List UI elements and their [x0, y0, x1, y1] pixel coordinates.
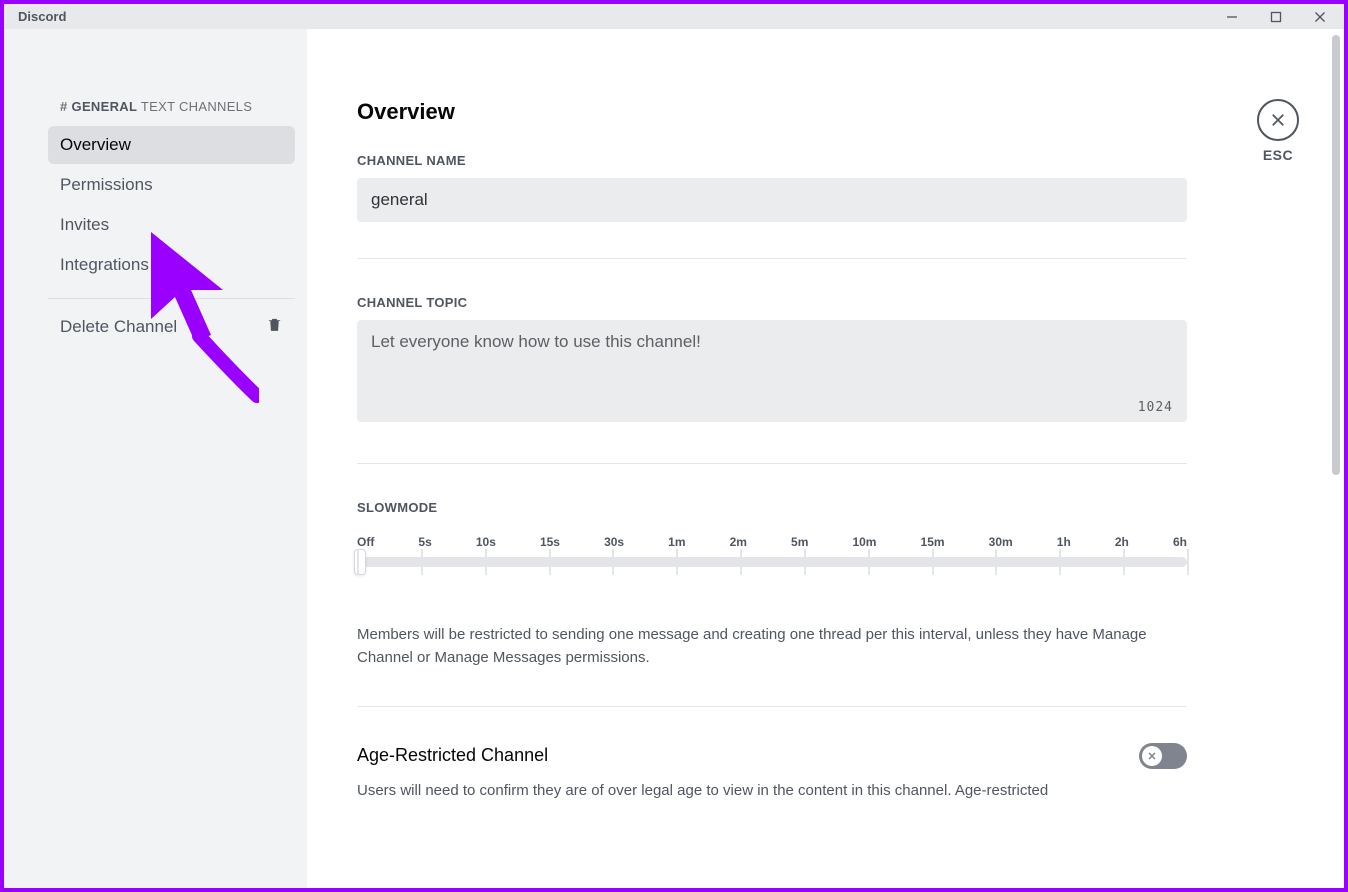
main-content: ESC Overview CHANNEL NAME CHANNEL TOPIC …: [307, 29, 1344, 888]
channel-topic-label: CHANNEL TOPIC: [357, 295, 1187, 310]
slowmode-tick: [549, 549, 551, 575]
slowmode-tick-label: 15s: [540, 535, 560, 549]
channel-name-label: CHANNEL NAME: [357, 153, 1187, 168]
channel-name-input[interactable]: [357, 178, 1187, 222]
close-settings-button[interactable]: [1257, 99, 1299, 141]
slowmode-tick: [804, 549, 806, 575]
slowmode-tick-label: 5s: [418, 535, 431, 549]
slowmode-tick-label: 1m: [668, 535, 685, 549]
slowmode-slider-handle[interactable]: [354, 549, 366, 575]
slowmode-tick: [1059, 549, 1061, 575]
sidebar-header: #GENERAL TEXT CHANNELS: [48, 99, 295, 114]
slowmode-tick-label: 5m: [791, 535, 808, 549]
delete-channel-label: Delete Channel: [60, 317, 177, 337]
sidebar-item-invites[interactable]: Invites: [48, 206, 295, 244]
toggle-knob: [1142, 746, 1162, 766]
slowmode-tick-label: 6h: [1173, 535, 1187, 549]
slowmode-tick-label: 10s: [476, 535, 496, 549]
sidebar-divider: [48, 298, 295, 299]
window-maximize-button[interactable]: [1266, 7, 1286, 27]
slowmode-tick: [868, 549, 870, 575]
slowmode-tick: [1187, 549, 1189, 575]
hash-icon: #: [60, 99, 68, 114]
age-restricted-title: Age-Restricted Channel: [357, 745, 548, 766]
age-restricted-description: Users will need to confirm they are of o…: [357, 779, 1187, 802]
slowmode-tick-label: 30s: [604, 535, 624, 549]
slowmode-tick: [612, 549, 614, 575]
divider: [357, 463, 1187, 464]
slowmode-tick: [357, 549, 359, 575]
slowmode-tick-label: Off: [357, 535, 374, 549]
window-minimize-button[interactable]: [1222, 7, 1242, 27]
char-count: 1024: [1138, 400, 1173, 415]
slowmode-tick: [485, 549, 487, 575]
scrollbar[interactable]: [1332, 35, 1340, 475]
page-title: Overview: [357, 99, 1187, 125]
slowmode-tick-label: 2m: [730, 535, 747, 549]
age-restricted-toggle[interactable]: [1139, 743, 1187, 769]
channel-topic-input[interactable]: [357, 320, 1187, 422]
settings-sidebar: #GENERAL TEXT CHANNELS Overview Permissi…: [4, 29, 307, 888]
slowmode-tick-label: 10m: [852, 535, 876, 549]
slowmode-tick: [995, 549, 997, 575]
titlebar: Discord: [4, 4, 1344, 29]
slowmode-tick: [421, 549, 423, 575]
slowmode-tick-label: 15m: [921, 535, 945, 549]
window-close-button[interactable]: [1310, 7, 1330, 27]
sidebar-item-delete-channel[interactable]: Delete Channel: [48, 307, 295, 347]
sidebar-category: TEXT CHANNELS: [141, 99, 252, 114]
slowmode-tick-label: 2h: [1115, 535, 1129, 549]
slowmode-tick: [676, 549, 678, 575]
slowmode-label: SLOWMODE: [357, 500, 1187, 515]
sidebar-item-permissions[interactable]: Permissions: [48, 166, 295, 204]
divider: [357, 258, 1187, 259]
slowmode-tick-label: 1h: [1057, 535, 1071, 549]
sidebar-item-overview[interactable]: Overview: [48, 126, 295, 164]
trash-icon: [266, 316, 283, 338]
slowmode-tick: [740, 549, 742, 575]
slowmode-tick: [932, 549, 934, 575]
app-name: Discord: [12, 9, 66, 24]
esc-label: ESC: [1263, 147, 1293, 163]
slowmode-tick-label: 30m: [989, 535, 1013, 549]
sidebar-item-integrations[interactable]: Integrations: [48, 246, 295, 284]
divider: [357, 706, 1187, 707]
slowmode-description: Members will be restricted to sending on…: [357, 623, 1187, 670]
slowmode-slider[interactable]: Off 5s 10s 15s 30s 1m 2m 5m 10m 15m 30m 1h 2h 6h: [357, 535, 1187, 605]
slowmode-tick: [1123, 549, 1125, 575]
